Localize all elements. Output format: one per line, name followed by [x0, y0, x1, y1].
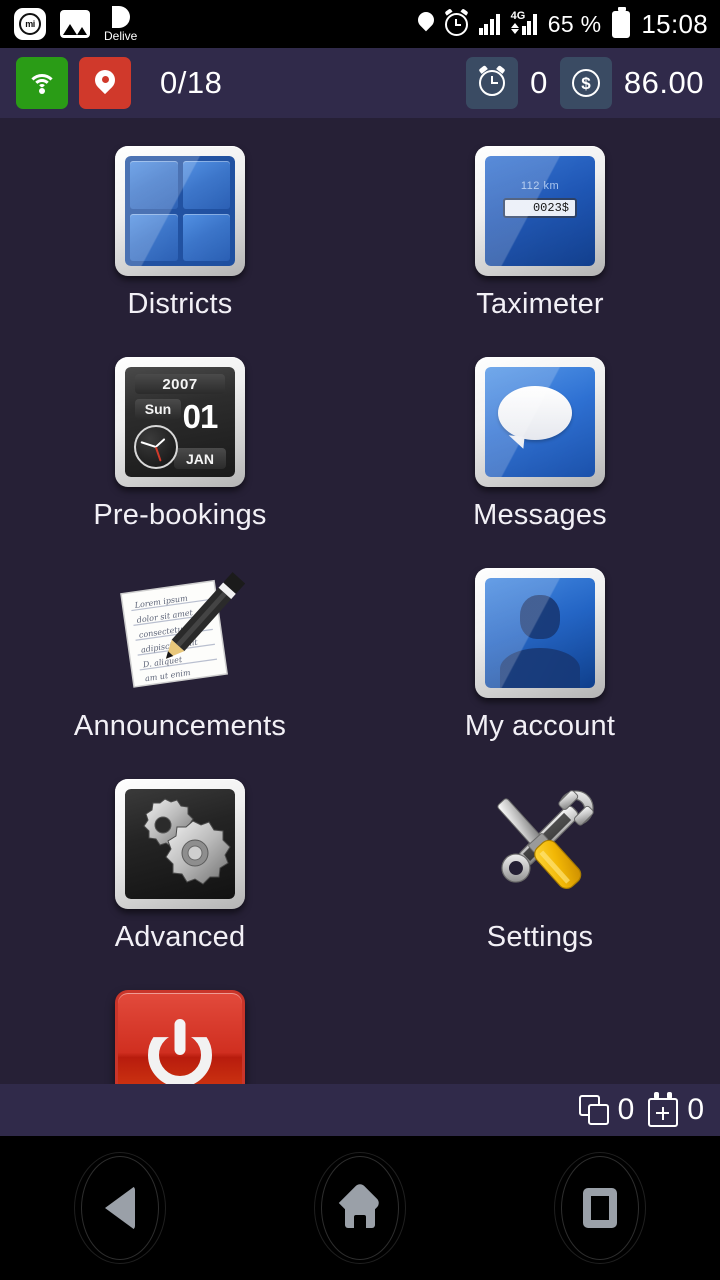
alarm-count-label: 0 [530, 65, 548, 100]
alarm-clock-icon [444, 7, 469, 36]
wifi-icon [27, 72, 57, 94]
copies-count-label: 0 [617, 1093, 635, 1126]
menu-item-label: Taximeter [476, 288, 604, 320]
wifi-status-button[interactable] [16, 57, 68, 109]
battery-percent-label: 65 % [547, 10, 602, 37]
copy-layers-icon [578, 1095, 609, 1125]
user-avatar-icon [475, 568, 605, 698]
downlink-arrow-icon [510, 29, 519, 34]
delive-glyph-icon [111, 5, 130, 28]
app-screen: mi Delive 4G 65 % 15:08 0/18 0 $ 86.00 D… [0, 0, 720, 1280]
home-button[interactable] [314, 1152, 406, 1264]
uplink-arrow-icon [510, 23, 519, 28]
menu-item-settings[interactable]: Settings [360, 771, 720, 954]
header-left-group: 0/18 [16, 57, 222, 109]
system-indicators: 4G 65 % 15:08 [418, 6, 720, 40]
calendar-plus-icon [648, 1091, 679, 1127]
schedule-count-label: 0 [687, 1093, 704, 1126]
main-menu-grid: Districts 112 km 0023$ Taximeter 2007 Su… [0, 118, 720, 1136]
system-clock: 15:08 [641, 8, 708, 39]
delive-label: Delive [104, 28, 138, 43]
back-triangle-icon [105, 1186, 135, 1230]
speech-bubble-icon [475, 357, 605, 487]
gears-svg [143, 798, 231, 885]
calendar-day-label: 01 [182, 398, 219, 435]
location-pin-icon [418, 12, 434, 36]
alarm-clock-icon [478, 64, 506, 96]
gears-icon [115, 779, 245, 909]
4g-signal-icon: 4G [510, 10, 537, 35]
menu-item-label: Announcements [73, 710, 287, 742]
menu-row: Advanced Settings [0, 771, 720, 954]
menu-item-taximeter[interactable]: 112 km 0023$ Taximeter [360, 138, 720, 321]
location-pin-icon [95, 69, 115, 97]
menu-item-announcements[interactable]: Lorem ipsum dolor sit amet consectetur a… [0, 560, 360, 743]
taximeter-icon: 112 km 0023$ [475, 146, 605, 276]
header-right-group: 0 $ 86.00 [466, 57, 704, 109]
tools-svg [497, 790, 594, 889]
mi-app-icon: mi [14, 8, 46, 40]
gallery-icon [60, 10, 90, 38]
taximeter-distance-label: 112 km [520, 180, 560, 192]
districts-grid-icon [115, 146, 245, 276]
wrench-screwdriver-icon [475, 779, 605, 909]
balance-label: 86.00 [623, 65, 704, 100]
back-button[interactable] [74, 1152, 166, 1264]
menu-item-label: Pre-bookings [93, 499, 267, 531]
note-pencil-icon: Lorem ipsum dolor sit amet consectetur a… [115, 568, 246, 698]
android-navigation-bar [0, 1136, 720, 1280]
app-header-bar: 0/18 0 $ 86.00 [0, 48, 720, 118]
note-pencil-svg: Lorem ipsum dolor sit amet consectetur a… [120, 572, 246, 688]
menu-item-label: Advanced [114, 921, 246, 953]
dollar-coin-icon: $ [571, 69, 600, 97]
analog-clock-icon [134, 425, 178, 469]
location-status-button[interactable] [79, 57, 131, 109]
taximeter-fare-label: 0023$ [503, 198, 577, 218]
menu-item-my-account[interactable]: My account [360, 560, 720, 743]
delive-app-icon: Delive [104, 5, 138, 43]
battery-icon [612, 6, 631, 38]
system-status-bar: mi Delive 4G 65 % 15:08 [0, 0, 720, 48]
menu-row: 2007 Sun 01 JAN Pre-bookings Messages [0, 349, 720, 532]
alarm-counter-button[interactable] [466, 57, 519, 109]
network-type-label: 4G [510, 10, 526, 22]
calendar-month-label: JAN [174, 448, 226, 469]
menu-item-label: Messages [473, 499, 607, 531]
home-house-icon [339, 1188, 381, 1228]
menu-item-label: Districts [127, 288, 233, 320]
menu-item-advanced[interactable]: Advanced [0, 771, 360, 954]
recents-button[interactable] [554, 1152, 646, 1264]
signal-bars-icon [478, 13, 500, 35]
schedule-counter[interactable]: 0 [648, 1091, 704, 1127]
menu-item-districts[interactable]: Districts [0, 138, 360, 321]
calendar-year-label: 2007 [135, 374, 225, 394]
menu-item-pre-bookings[interactable]: 2007 Sun 01 JAN Pre-bookings [0, 349, 360, 532]
jobs-counter: 0/18 [160, 65, 223, 100]
calendar-clock-icon: 2007 Sun 01 JAN [115, 357, 245, 487]
notification-icons: mi Delive [0, 5, 138, 43]
bottom-status-bar: 0 0 [0, 1084, 720, 1136]
menu-row: Lorem ipsum dolor sit amet consectetur a… [0, 560, 720, 743]
copies-counter[interactable]: 0 [578, 1093, 635, 1127]
menu-item-label: Settings [486, 921, 594, 953]
menu-item-messages[interactable]: Messages [360, 349, 720, 532]
menu-item-label: My account [464, 710, 616, 742]
recents-square-icon [583, 1188, 617, 1228]
balance-button[interactable]: $ [559, 57, 612, 109]
menu-row: Districts 112 km 0023$ Taximeter [0, 138, 720, 321]
